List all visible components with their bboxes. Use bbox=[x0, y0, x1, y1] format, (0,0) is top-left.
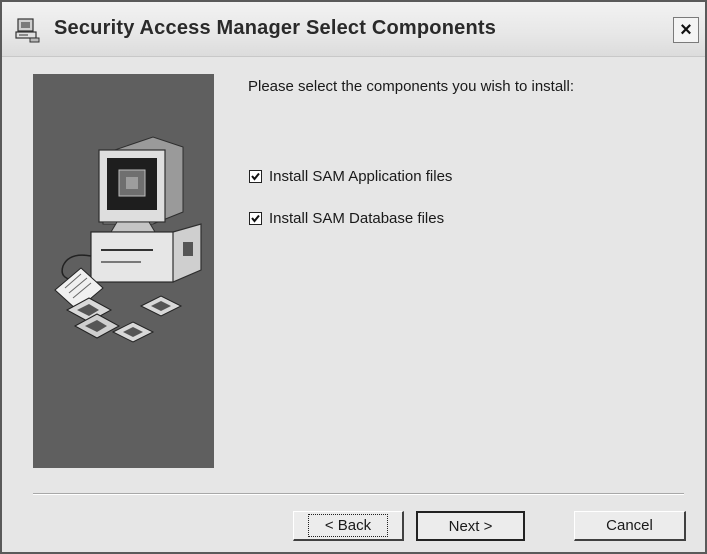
computer-with-disks-illustration bbox=[54, 136, 202, 343]
checkmark-icon bbox=[251, 172, 260, 181]
title-bar[interactable]: Security Access Manager Select Component… bbox=[2, 2, 705, 57]
database-files-label[interactable]: Install SAM Database files bbox=[269, 210, 444, 227]
cancel-button-label: Cancel bbox=[606, 517, 653, 534]
component-database-files[interactable]: Install SAM Database files bbox=[249, 208, 444, 228]
close-icon: × bbox=[680, 18, 692, 41]
application-files-checkbox[interactable] bbox=[249, 169, 262, 183]
close-button[interactable]: × bbox=[673, 17, 699, 43]
window-title: Security Access Manager Select Component… bbox=[54, 17, 497, 39]
wizard-side-panel bbox=[33, 74, 214, 468]
checkmark-icon bbox=[251, 214, 260, 223]
back-button-label: < Back bbox=[307, 514, 389, 537]
footer-divider bbox=[33, 493, 684, 495]
application-files-label[interactable]: Install SAM Application files bbox=[269, 168, 452, 185]
instruction-text: Please select the components you wish to… bbox=[248, 78, 575, 95]
database-files-checkbox[interactable] bbox=[249, 211, 262, 225]
setup-computer-icon bbox=[15, 18, 40, 43]
next-button[interactable]: Next > bbox=[416, 511, 525, 541]
component-application-files[interactable]: Install SAM Application files bbox=[249, 166, 452, 186]
next-button-label: Next > bbox=[448, 517, 493, 535]
setup-dialog: Security Access Manager Select Component… bbox=[0, 0, 707, 554]
cancel-button[interactable]: Cancel bbox=[574, 511, 686, 541]
back-button[interactable]: < Back bbox=[293, 511, 404, 541]
